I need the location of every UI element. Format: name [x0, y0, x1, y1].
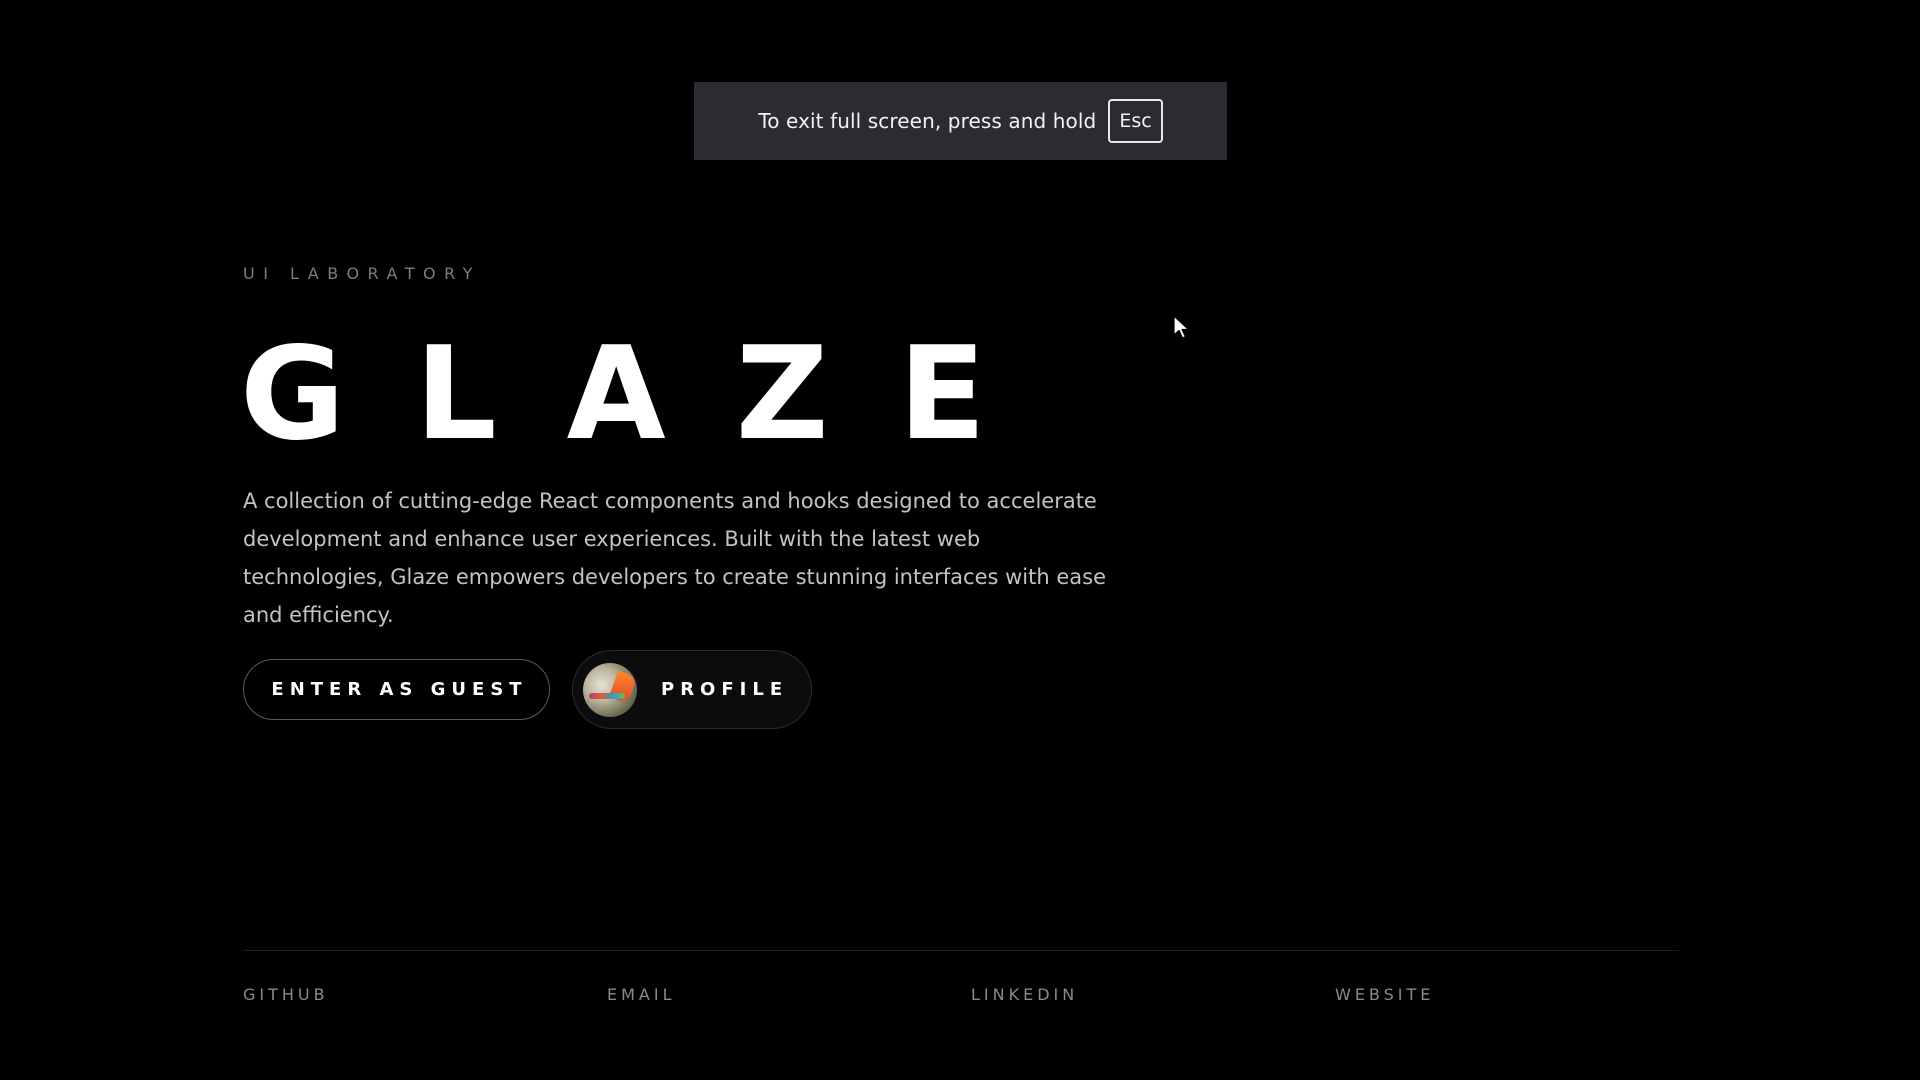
hero-description: A collection of cutting-edge React compo… — [243, 489, 1106, 627]
profile-button[interactable]: PROFILE — [572, 650, 812, 729]
fullscreen-notice-text: To exit full screen, press and hold — [758, 109, 1097, 133]
mouse-pointer-icon — [1173, 315, 1190, 339]
page-title: GLAZE — [240, 320, 1056, 469]
footer-link-linkedin[interactable]: LINKEDIN — [971, 985, 1078, 1004]
enter-as-guest-button[interactable]: ENTER AS GUEST — [243, 659, 550, 720]
footer-divider — [243, 950, 1679, 951]
profile-button-label: PROFILE — [661, 679, 789, 700]
avatar — [583, 662, 637, 717]
fullscreen-exit-notice: To exit full screen, press and hold Esc — [694, 82, 1227, 160]
footer-link-github[interactable]: GITHUB — [243, 985, 329, 1004]
footer-link-website[interactable]: WEBSITE — [1335, 985, 1434, 1004]
footer-link-email[interactable]: EMAIL — [607, 985, 676, 1004]
landing-page: To exit full screen, press and hold Esc … — [0, 0, 1920, 1080]
esc-key-badge: Esc — [1108, 99, 1163, 143]
eyebrow-label: UI LABORATORY — [243, 264, 481, 283]
